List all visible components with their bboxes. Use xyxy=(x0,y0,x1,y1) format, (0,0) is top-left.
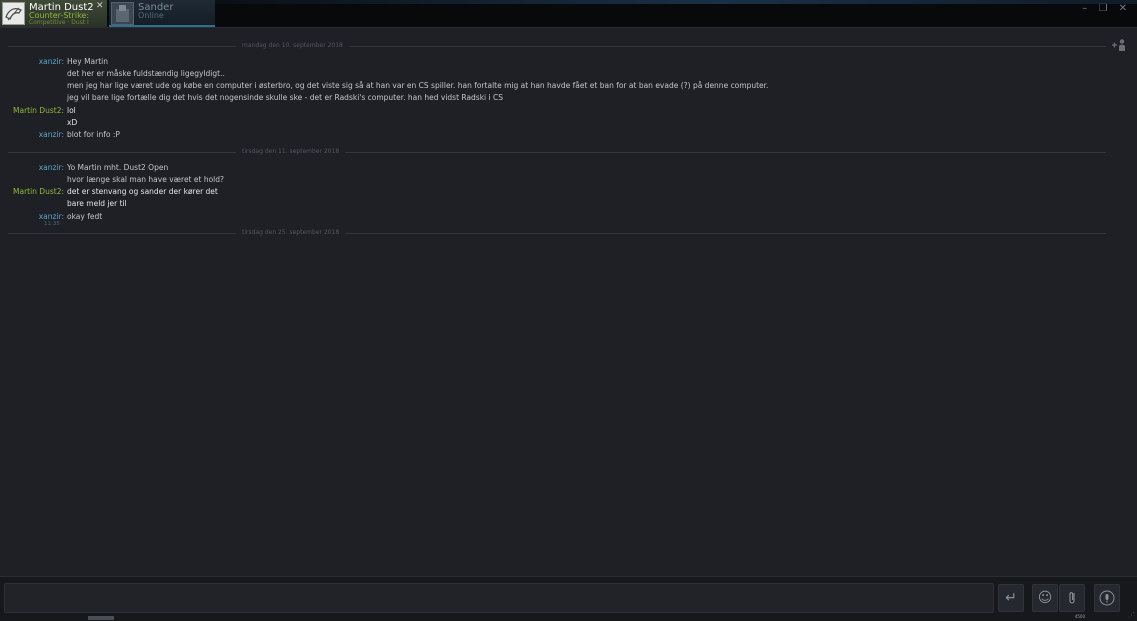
chat-message: men jeg har lige været ude og købe en co… xyxy=(0,80,1000,92)
chat-message: xD xyxy=(0,117,1000,129)
tab-contact-substatus: Competitive · Dust II xyxy=(29,19,89,26)
attach-button[interactable] xyxy=(1059,584,1085,612)
message-sender[interactable]: Martin Dust2: xyxy=(13,186,64,198)
date-separator: mandag den 10. september 2018 xyxy=(8,41,1106,51)
chat-message: det her er måske fuldstændig ligegyldigt… xyxy=(0,68,1000,80)
message-sender[interactable]: xanzir: xyxy=(39,162,64,174)
close-tab-icon[interactable]: ✕ xyxy=(96,1,104,11)
chat-message: bare meld jer til xyxy=(0,198,1000,210)
voice-chat-icon[interactable] xyxy=(1110,38,1128,52)
message-text: lol xyxy=(67,106,76,115)
emoticon-button[interactable]: ☺ xyxy=(1032,584,1058,612)
send-button[interactable]: ↵ xyxy=(998,584,1024,612)
message-text: Yo Martin mht. Dust2 Open xyxy=(67,163,169,172)
tab-contact-status: Online xyxy=(138,11,164,20)
message-input-bar: ↵ ☺ ⋰ xyxy=(0,576,1137,621)
chat-message: xanzir: Yo Martin mht. Dust2 Open xyxy=(0,162,1000,174)
message-text: Hey Martin xyxy=(67,57,109,66)
chat-message: xanzir: Hey Martin xyxy=(0,56,1000,68)
chat-message: jeg vil bare lige fortælle dig det hvis … xyxy=(0,92,1000,104)
enter-icon: ↵ xyxy=(1005,590,1017,606)
message-text: blot for info :P xyxy=(67,130,120,139)
window-controls[interactable]: – ❐ ✕ xyxy=(1082,3,1131,14)
date-separator: tirsdag den 25. september 2018 xyxy=(8,228,1106,238)
message-text: hvor længe skal man have været et hold? xyxy=(67,175,224,184)
message-sender[interactable]: xanzir: xyxy=(39,56,64,68)
chat-message: Martin Dust2: det er stenvang og sander … xyxy=(0,186,1000,198)
message-text: okay fedt xyxy=(67,212,103,221)
message-text: jeg vil bare lige fortælle dig det hvis … xyxy=(67,93,503,102)
voice-button[interactable] xyxy=(1094,584,1120,612)
message-timestamp: 11:35 xyxy=(44,221,60,227)
message-text: bare meld jer til xyxy=(67,199,127,208)
chat-message: Martin Dust2: lol xyxy=(0,105,1000,117)
message-text: xD xyxy=(67,118,78,127)
smiley-icon: ☺ xyxy=(1037,590,1053,606)
message-input[interactable] xyxy=(4,583,994,613)
message-sender[interactable]: xanzir: xyxy=(39,129,64,141)
chat-message: hvor længe skal man have været et hold? xyxy=(0,174,1000,186)
resize-grip-icon[interactable]: ⋰ xyxy=(1128,612,1135,619)
taskbar-indicator xyxy=(88,616,114,620)
chat-tab-bar: Martin Dust2 Counter-Strike: Gl Competit… xyxy=(0,0,1137,28)
avatar xyxy=(111,2,134,25)
microphone-icon xyxy=(1099,590,1115,606)
tab-sander[interactable]: Sander Online xyxy=(109,0,215,27)
avatar xyxy=(2,2,25,25)
date-separator: tirsdag den 11. september 2018 xyxy=(8,147,1106,157)
message-text: det her er måske fuldstændig ligegyldigt… xyxy=(67,69,225,78)
corner-counter: 4500 xyxy=(1074,614,1085,619)
message-text: men jeg har lige været ude og købe en co… xyxy=(67,81,769,90)
paperclip-icon xyxy=(1069,592,1075,604)
tab-martin-dust2[interactable]: Martin Dust2 Counter-Strike: Gl Competit… xyxy=(0,0,107,27)
chat-message: xanzir: okay fedt xyxy=(0,211,1000,223)
message-text: det er stenvang og sander der kører det xyxy=(67,187,218,196)
chat-log: mandag den 10. september 2018 xanzir: He… xyxy=(0,28,1137,576)
chat-message: xanzir: blot for info :P xyxy=(0,129,1000,141)
message-sender[interactable]: Martin Dust2: xyxy=(13,105,64,117)
